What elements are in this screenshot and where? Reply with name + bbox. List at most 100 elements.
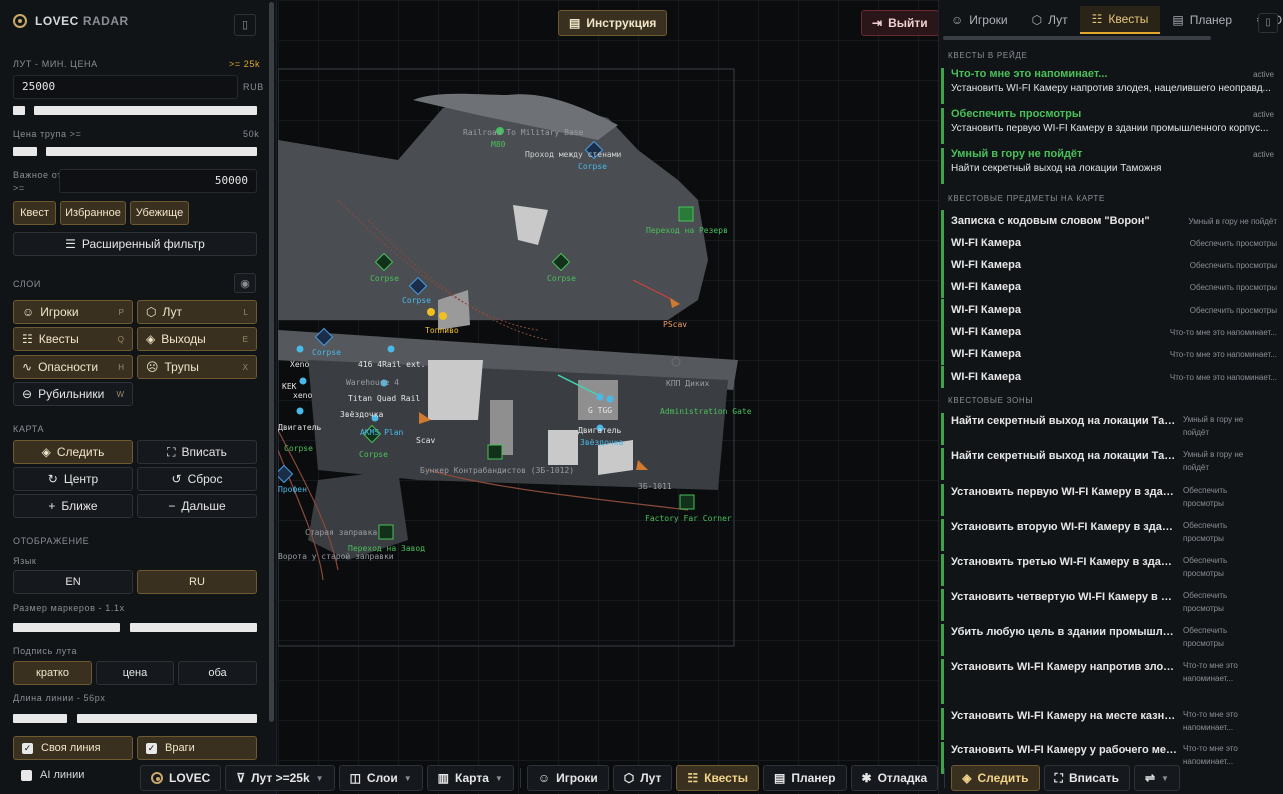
caption-both-button[interactable]: оба xyxy=(178,661,257,685)
map-marker-loot[interactable] xyxy=(387,345,395,353)
bottom-quests-button[interactable]: ☷ Квесты xyxy=(676,765,759,791)
bottom-loot-button[interactable]: ⬡ Лут xyxy=(612,765,673,791)
quest-item-row[interactable]: WI-FI Камера Что-то мне это напоминает... xyxy=(941,366,1277,388)
map-marker-extract[interactable] xyxy=(378,524,394,540)
important-value-input[interactable]: 50000 xyxy=(59,169,257,193)
quest-item-row[interactable]: WI-FI Камера Обеспечить просмотры xyxy=(941,232,1277,254)
sidebar-scrollbar[interactable] xyxy=(269,2,274,722)
map-canvas[interactable]: Railroad To Military Base M80 Проход меж… xyxy=(278,0,938,794)
layer-players-button[interactable]: ☺ Игроки P xyxy=(13,300,133,324)
zoom-out-button[interactable]: − Дальше xyxy=(137,494,257,518)
raid-quest-item[interactable]: Умный в гору не пойдёт active Найти секр… xyxy=(941,148,1277,184)
quest-item-row[interactable]: WI-FI Камера Обеспечить просмотры xyxy=(941,299,1277,321)
advanced-filter-button[interactable]: ☰ Расширенный фильтр xyxy=(13,232,257,256)
corpse-slider-track[interactable] xyxy=(46,147,257,156)
tab-players[interactable]: ☺ Игроки xyxy=(939,6,1020,34)
raid-quest-item[interactable]: Что-то мне это напоминает... active Уста… xyxy=(941,68,1277,104)
corpse-slider-handle[interactable] xyxy=(13,147,37,156)
quest-zone-row[interactable]: Установить WI-FI Камеру на месте казни ч… xyxy=(941,708,1277,740)
bottom-fit-button[interactable]: ⛶ Вписать xyxy=(1043,765,1130,791)
map-marker-loot[interactable] xyxy=(299,377,307,385)
clipboard-icon: ▤ xyxy=(1172,13,1184,27)
quest-zone-row[interactable]: Найти секретный выход на локации Там... У… xyxy=(941,448,1277,480)
tab-quests[interactable]: ☷ Квесты xyxy=(1079,6,1161,34)
tabs-scrollbar[interactable] xyxy=(943,36,1211,40)
logout-button[interactable]: ⇥ Выйти xyxy=(861,10,939,36)
layer-exits-button[interactable]: ◈ Выходы E xyxy=(137,327,257,351)
quest-zone-row[interactable]: Установить четвертую WI-FI Камеру в здан… xyxy=(941,589,1277,621)
map-viewport[interactable]: Railroad To Military Base M80 Проход меж… xyxy=(278,0,939,794)
filter-favorites-button[interactable]: Избранное xyxy=(60,201,126,225)
loot-slider-handle[interactable] xyxy=(13,106,25,115)
layer-switches-button[interactable]: ⊖ Рубильники W xyxy=(13,382,133,406)
bottom-players-button[interactable]: ☺ Игроки xyxy=(526,765,609,791)
map-dropdown[interactable]: ▥ Карта ▼ xyxy=(426,765,514,791)
quest-zone-row[interactable]: Установить первую WI-FI Камеру в здании … xyxy=(941,484,1277,516)
marker-size-slider-fill[interactable] xyxy=(13,623,120,632)
check-icon: ✓ xyxy=(146,742,157,754)
quest-zones-title: Квестовые зоны xyxy=(948,396,1034,405)
map-label: Corpse xyxy=(359,450,388,459)
quest-item-row[interactable]: WI-FI Камера Что-то мне это напоминает... xyxy=(941,321,1277,343)
quest-desc: Найти секретный выход на локации Таможня xyxy=(951,163,1162,174)
center-button[interactable]: ↻ Центр xyxy=(13,467,133,491)
lang-en-button[interactable]: EN xyxy=(13,570,133,594)
layer-loot-button[interactable]: ⬡ Лут L xyxy=(137,300,257,324)
quest-zone-row[interactable]: Установить третью WI-FI Камеру в здании … xyxy=(941,554,1277,586)
caption-short-button[interactable]: кратко xyxy=(13,661,92,685)
bottom-brand-button[interactable]: LOVEC xyxy=(140,765,222,791)
instructions-button[interactable]: ▤ Инструкция xyxy=(558,10,668,36)
loot-slider-track[interactable] xyxy=(34,106,257,115)
map-marker-extract[interactable] xyxy=(679,494,695,510)
layer-corpses-button[interactable]: ☹ Трупы X xyxy=(137,355,257,379)
quest-item-row[interactable]: WI-FI Камера Что-то мне это напоминает... xyxy=(941,343,1277,365)
raid-quest-item[interactable]: Обеспечить просмотры active Установить п… xyxy=(941,108,1277,144)
layer-quests-button[interactable]: ☷ Квесты Q xyxy=(13,327,133,351)
quest-item-name: WI-FI Камера xyxy=(951,259,1021,271)
quest-item-row[interactable]: Записка с кодовым словом "Ворон" Умный в … xyxy=(941,210,1277,232)
fit-button[interactable]: ⛶ Вписать xyxy=(137,440,257,464)
quest-zone-quest: Обеспечить просмотры xyxy=(1183,591,1228,613)
line-length-slider-fill[interactable] xyxy=(13,714,67,723)
quest-item-row[interactable]: WI-FI Камера Обеспечить просмотры xyxy=(941,254,1277,276)
quest-zone-row[interactable]: Убить любую цель в здании промышленного … xyxy=(941,624,1277,656)
expand-panel-button[interactable]: ▯ xyxy=(1258,13,1278,33)
map-marker-loot[interactable] xyxy=(439,312,447,320)
quest-zone-row[interactable]: Найти секретный выход на локации Там... У… xyxy=(941,413,1277,445)
loot-filter-dropdown[interactable]: ⊽ Лут >=25k ▼ xyxy=(225,765,335,791)
bottom-debug-button[interactable]: ✱ Отладка xyxy=(850,765,939,791)
map-marker-loot[interactable] xyxy=(606,395,614,403)
collapse-sidebar-button[interactable]: ▯ xyxy=(234,14,256,36)
tab-planner[interactable]: ▤ Планер xyxy=(1160,6,1244,34)
quest-item-row[interactable]: WI-FI Камера Обеспечить просмотры xyxy=(941,276,1277,298)
bottom-planner-button[interactable]: ▤ Планер xyxy=(762,765,847,791)
map-marker-loot[interactable] xyxy=(596,393,604,401)
enemies-checkbox[interactable]: ✓ Враги xyxy=(137,736,257,760)
reset-button[interactable]: ↺ Сброс xyxy=(137,467,257,491)
map-marker-loot[interactable] xyxy=(427,308,435,316)
lang-ru-button[interactable]: RU xyxy=(137,570,257,594)
layers-dropdown[interactable]: ◫ Слои ▼ xyxy=(338,765,423,791)
toggle-visibility-button[interactable]: ◉ xyxy=(234,273,256,293)
map-marker-loot[interactable] xyxy=(296,407,304,415)
ai-lines-checkbox[interactable]: AI линии xyxy=(13,764,133,786)
caption-price-button[interactable]: цена xyxy=(96,661,174,685)
radar-logo-icon xyxy=(151,772,163,784)
map-marker-extract[interactable] xyxy=(678,206,694,222)
quest-zone-row[interactable]: Установить WI-FI Камеру напротив злодея,… xyxy=(941,659,1277,704)
filter-quest-button[interactable]: Квест xyxy=(13,201,56,225)
map-marker-quest-zone[interactable] xyxy=(487,444,503,460)
bottom-settings-dropdown[interactable]: ⇌ ▼ xyxy=(1133,765,1180,791)
zoom-in-button[interactable]: + Ближе xyxy=(13,494,133,518)
layer-hazards-button[interactable]: ∿ Опасности H xyxy=(13,355,133,379)
map-marker-loot[interactable] xyxy=(296,345,304,353)
follow-button[interactable]: ◈ Следить xyxy=(13,440,133,464)
bottom-follow-button[interactable]: ◈ Следить xyxy=(951,765,1040,791)
line-length-slider-track[interactable] xyxy=(77,714,257,723)
loot-min-price-input[interactable]: 25000 xyxy=(13,75,238,99)
own-line-checkbox[interactable]: ✓ Своя линия xyxy=(13,736,133,760)
quest-zone-row[interactable]: Установить вторую WI-FI Камеру в здании … xyxy=(941,519,1277,551)
filter-hideout-button[interactable]: Убежище xyxy=(130,201,189,225)
marker-size-slider-track[interactable] xyxy=(130,623,257,632)
tab-loot[interactable]: ⬡ Лут xyxy=(1020,6,1080,34)
